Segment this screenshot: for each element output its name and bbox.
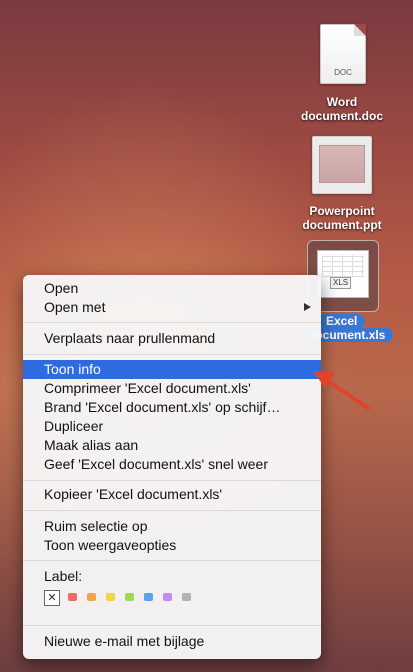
menu-item-compress[interactable]: Comprimeer 'Excel document.xls' bbox=[23, 379, 321, 398]
label-color-gray[interactable] bbox=[182, 593, 191, 601]
powerpoint-document-icon[interactable]: Powerpoint document.ppt bbox=[298, 136, 386, 232]
label-color-green[interactable] bbox=[125, 593, 134, 601]
menu-item-open-with[interactable]: Open met bbox=[23, 298, 321, 317]
label-heading: Label: bbox=[44, 568, 83, 584]
ppt-label-line2: document.ppt bbox=[302, 218, 382, 232]
menu-item-open[interactable]: Open bbox=[23, 279, 321, 298]
label-color-blue[interactable] bbox=[144, 593, 153, 601]
xls-file-icon: XLS bbox=[317, 250, 369, 298]
menu-item-open-with-label: Open met bbox=[44, 299, 106, 315]
excel-label-line1: Excel bbox=[318, 314, 366, 328]
menu-separator bbox=[23, 480, 321, 481]
menu-item-get-info[interactable]: Toon info bbox=[23, 360, 321, 379]
menu-item-show-view-options[interactable]: Toon weergaveopties bbox=[23, 536, 321, 555]
menu-separator bbox=[23, 560, 321, 561]
label-color-orange[interactable] bbox=[87, 593, 96, 601]
menu-item-clean-up-selection[interactable]: Ruim selectie op bbox=[23, 517, 321, 536]
menu-separator bbox=[23, 510, 321, 511]
menu-item-move-to-trash[interactable]: Verplaats naar prullenmand bbox=[23, 329, 321, 348]
doc-file-icon: DOC bbox=[298, 24, 386, 86]
word-label-line1: Word bbox=[326, 95, 358, 109]
ppt-thumbnail-icon bbox=[298, 136, 386, 194]
submenu-arrow-icon bbox=[304, 303, 311, 311]
doc-badge: DOC bbox=[334, 68, 352, 77]
menu-separator bbox=[23, 322, 321, 323]
menu-item-burn-to-disc[interactable]: Brand 'Excel document.xls' op schijf… bbox=[23, 398, 321, 417]
word-document-icon[interactable]: DOC Word document.doc bbox=[298, 24, 386, 123]
menu-separator bbox=[23, 354, 321, 355]
label-color-purple[interactable] bbox=[163, 593, 172, 601]
xls-badge: XLS bbox=[330, 277, 352, 289]
menu-separator bbox=[23, 625, 321, 626]
menu-item-duplicate[interactable]: Dupliceer bbox=[23, 417, 321, 436]
ppt-label-line1: Powerpoint bbox=[309, 204, 375, 218]
menu-item-copy[interactable]: Kopieer 'Excel document.xls' bbox=[23, 485, 321, 504]
context-menu: Open Open met Verplaats naar prullenmand… bbox=[23, 275, 321, 659]
word-label-line2: document.doc bbox=[300, 109, 383, 123]
menu-item-new-email-with-attachment[interactable]: Nieuwe e-mail met bijlage bbox=[23, 632, 321, 651]
menu-item-quick-look[interactable]: Geef 'Excel document.xls' snel weer bbox=[23, 455, 321, 474]
menu-item-make-alias[interactable]: Maak alias aan bbox=[23, 436, 321, 455]
label-clear-button[interactable]: ✕ bbox=[44, 590, 60, 606]
label-color-red[interactable] bbox=[68, 593, 77, 601]
label-color-yellow[interactable] bbox=[106, 593, 115, 601]
annotation-arrow-icon bbox=[313, 371, 370, 410]
